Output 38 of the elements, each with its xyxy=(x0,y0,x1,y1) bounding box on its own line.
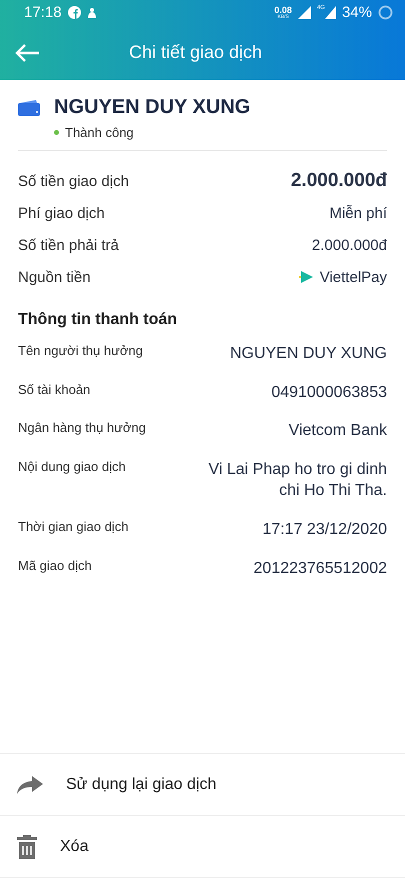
trash-icon xyxy=(16,834,38,860)
info-label: Mã giao dịch xyxy=(18,558,92,573)
info-value: 17:17 23/12/2020 xyxy=(262,520,387,540)
share-arrow-icon xyxy=(16,774,44,794)
status-time: 17:18 xyxy=(24,4,62,21)
info-value: 0491000063853 xyxy=(271,382,387,403)
signal-icon xyxy=(298,6,311,19)
info-label: Tên người thụ hưởng xyxy=(18,343,143,358)
info-value: Vi Lai Phap ho tro gi dinh chi Ho Thi Tha. xyxy=(208,460,387,502)
info-label: Ngân hàng thụ hưởng xyxy=(18,420,146,436)
play-logo-icon xyxy=(298,270,314,284)
info-value: 201223765512002 xyxy=(254,558,387,579)
summary-value: 2.000.000đ xyxy=(312,236,387,254)
summary-value: 2.000.000đ xyxy=(290,170,387,192)
battery-ring-icon xyxy=(378,5,393,20)
info-label: Số tài khoản xyxy=(18,382,90,397)
notification-icon xyxy=(86,6,97,18)
section-title: Thông tin thanh toán xyxy=(18,311,178,329)
wallet-card-icon xyxy=(18,100,40,116)
summary-label: Số tiền phải trả xyxy=(18,236,119,254)
status-text: Thành công xyxy=(65,125,134,140)
info-label: Thời gian giao dịch xyxy=(18,518,128,534)
recipient-name: NGUYEN DUY XUNG xyxy=(54,96,250,119)
network-speed: 0.08 xyxy=(274,6,292,14)
summary-value: ViettelPay xyxy=(320,268,387,286)
info-label: Nội dung giao dịch xyxy=(18,458,126,474)
battery-percent: 34% xyxy=(342,4,372,21)
facebook-icon xyxy=(68,6,81,19)
summary-label: Nguồn tiền xyxy=(18,268,91,286)
signal-icon xyxy=(324,6,336,19)
info-value: Vietcom Bank xyxy=(288,421,387,442)
page-title: Chi tiết giao dịch xyxy=(128,42,264,63)
info-value: NGUYEN DUY XUNG xyxy=(230,344,387,364)
back-button[interactable] xyxy=(14,42,40,62)
status-dot xyxy=(54,130,59,135)
summary-value: Miễn phí xyxy=(329,204,387,222)
summary-label: Số tiền giao dịch xyxy=(18,172,129,190)
summary-label: Phí giao dịch xyxy=(18,204,105,222)
